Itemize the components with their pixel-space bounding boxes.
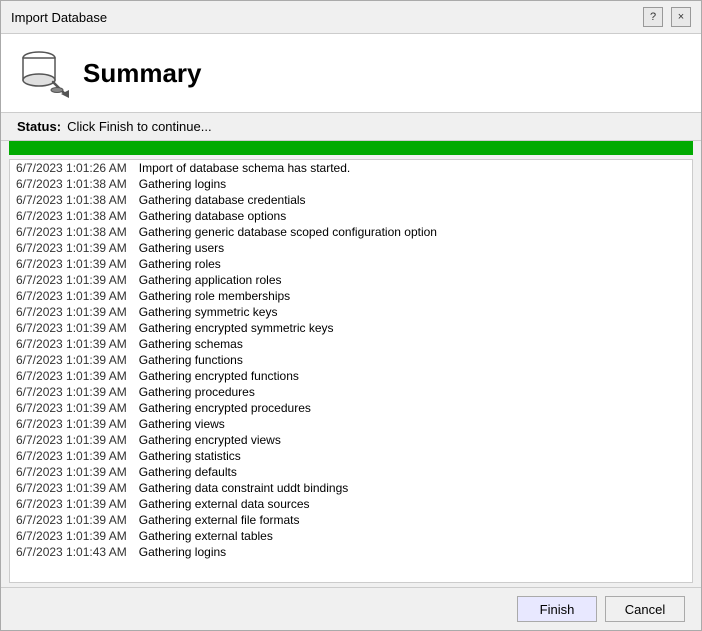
log-row: 6/7/2023 1:01:38 AMGathering logins: [10, 176, 692, 192]
log-timestamp: 6/7/2023 1:01:39 AM: [10, 448, 133, 464]
log-row: 6/7/2023 1:01:39 AMGathering encrypted f…: [10, 368, 692, 384]
log-row: 6/7/2023 1:01:39 AMGathering encrypted s…: [10, 320, 692, 336]
log-timestamp: 6/7/2023 1:01:39 AM: [10, 304, 133, 320]
title-bar-controls: ? ×: [643, 7, 691, 27]
footer: Finish Cancel: [1, 587, 701, 630]
log-timestamp: 6/7/2023 1:01:39 AM: [10, 400, 133, 416]
status-label: Status:: [17, 119, 61, 134]
title-bar: Import Database ? ×: [1, 1, 701, 34]
log-row: 6/7/2023 1:01:39 AMGathering users: [10, 240, 692, 256]
log-timestamp: 6/7/2023 1:01:38 AM: [10, 224, 133, 240]
database-import-icon: [17, 46, 71, 100]
log-timestamp: 6/7/2023 1:01:39 AM: [10, 320, 133, 336]
log-message: Gathering users: [133, 240, 692, 256]
log-timestamp: 6/7/2023 1:01:39 AM: [10, 256, 133, 272]
log-message: Gathering database credentials: [133, 192, 692, 208]
log-timestamp: 6/7/2023 1:01:26 AM: [10, 160, 133, 176]
log-message: Gathering database options: [133, 208, 692, 224]
progress-bar-fill: [9, 141, 693, 155]
log-message: Gathering application roles: [133, 272, 692, 288]
log-row: 6/7/2023 1:01:39 AMGathering external ta…: [10, 528, 692, 544]
log-row: 6/7/2023 1:01:39 AMGathering external da…: [10, 496, 692, 512]
log-message: Gathering logins: [133, 176, 692, 192]
log-timestamp: 6/7/2023 1:01:39 AM: [10, 480, 133, 496]
log-row: 6/7/2023 1:01:39 AMGathering roles: [10, 256, 692, 272]
log-message: Import of database schema has started.: [133, 160, 692, 176]
log-row: 6/7/2023 1:01:39 AMGathering symmetric k…: [10, 304, 692, 320]
status-bar: Status: Click Finish to continue...: [1, 113, 701, 141]
log-row: 6/7/2023 1:01:39 AMGathering views: [10, 416, 692, 432]
log-timestamp: 6/7/2023 1:01:39 AM: [10, 368, 133, 384]
log-row: 6/7/2023 1:01:43 AMGathering logins: [10, 544, 692, 560]
close-button[interactable]: ×: [671, 7, 691, 27]
log-row: 6/7/2023 1:01:39 AMGathering statistics: [10, 448, 692, 464]
log-message: Gathering encrypted procedures: [133, 400, 692, 416]
log-timestamp: 6/7/2023 1:01:39 AM: [10, 336, 133, 352]
log-row: 6/7/2023 1:01:39 AMGathering procedures: [10, 384, 692, 400]
log-row: 6/7/2023 1:01:39 AMGathering role member…: [10, 288, 692, 304]
log-row: 6/7/2023 1:01:38 AMGathering database cr…: [10, 192, 692, 208]
log-message: Gathering defaults: [133, 464, 692, 480]
log-row: 6/7/2023 1:01:39 AMGathering application…: [10, 272, 692, 288]
log-message: Gathering views: [133, 416, 692, 432]
log-row: 6/7/2023 1:01:26 AMImport of database sc…: [10, 160, 692, 176]
log-timestamp: 6/7/2023 1:01:39 AM: [10, 528, 133, 544]
log-table: 6/7/2023 1:01:26 AMImport of database sc…: [10, 160, 692, 560]
log-timestamp: 6/7/2023 1:01:43 AM: [10, 544, 133, 560]
log-row: 6/7/2023 1:01:38 AMGathering database op…: [10, 208, 692, 224]
import-database-dialog: Import Database ? × Summary Status: Clic…: [0, 0, 702, 631]
log-row: 6/7/2023 1:01:39 AMGathering functions: [10, 352, 692, 368]
log-row: 6/7/2023 1:01:38 AMGathering generic dat…: [10, 224, 692, 240]
log-timestamp: 6/7/2023 1:01:38 AM: [10, 176, 133, 192]
log-row: 6/7/2023 1:01:39 AMGathering schemas: [10, 336, 692, 352]
log-message: Gathering schemas: [133, 336, 692, 352]
log-message: Gathering role memberships: [133, 288, 692, 304]
status-text: Click Finish to continue...: [67, 119, 212, 134]
log-timestamp: 6/7/2023 1:01:38 AM: [10, 208, 133, 224]
log-row: 6/7/2023 1:01:39 AMGathering defaults: [10, 464, 692, 480]
log-timestamp: 6/7/2023 1:01:39 AM: [10, 352, 133, 368]
log-message: Gathering generic database scoped config…: [133, 224, 692, 240]
log-timestamp: 6/7/2023 1:01:39 AM: [10, 288, 133, 304]
dialog-title: Import Database: [11, 10, 107, 25]
log-timestamp: 6/7/2023 1:01:39 AM: [10, 464, 133, 480]
log-row: 6/7/2023 1:01:39 AMGathering encrypted v…: [10, 432, 692, 448]
finish-button[interactable]: Finish: [517, 596, 597, 622]
log-row: 6/7/2023 1:01:39 AMGathering encrypted p…: [10, 400, 692, 416]
log-area[interactable]: 6/7/2023 1:01:26 AMImport of database sc…: [9, 159, 693, 583]
log-message: Gathering data constraint uddt bindings: [133, 480, 692, 496]
log-message: Gathering statistics: [133, 448, 692, 464]
log-message: Gathering encrypted views: [133, 432, 692, 448]
log-message: Gathering procedures: [133, 384, 692, 400]
log-message: Gathering external tables: [133, 528, 692, 544]
page-title: Summary: [83, 58, 202, 89]
log-timestamp: 6/7/2023 1:01:39 AM: [10, 272, 133, 288]
log-message: Gathering logins: [133, 544, 692, 560]
log-row: 6/7/2023 1:01:39 AMGathering data constr…: [10, 480, 692, 496]
log-message: Gathering encrypted symmetric keys: [133, 320, 692, 336]
log-timestamp: 6/7/2023 1:01:39 AM: [10, 496, 133, 512]
log-message: Gathering roles: [133, 256, 692, 272]
log-timestamp: 6/7/2023 1:01:39 AM: [10, 432, 133, 448]
log-message: Gathering encrypted functions: [133, 368, 692, 384]
log-timestamp: 6/7/2023 1:01:38 AM: [10, 192, 133, 208]
log-message: Gathering external data sources: [133, 496, 692, 512]
log-message: Gathering functions: [133, 352, 692, 368]
header-section: Summary: [1, 34, 701, 113]
log-message: Gathering symmetric keys: [133, 304, 692, 320]
progress-bar: [9, 141, 693, 155]
cancel-button[interactable]: Cancel: [605, 596, 685, 622]
log-timestamp: 6/7/2023 1:01:39 AM: [10, 416, 133, 432]
log-timestamp: 6/7/2023 1:01:39 AM: [10, 512, 133, 528]
log-timestamp: 6/7/2023 1:01:39 AM: [10, 384, 133, 400]
log-row: 6/7/2023 1:01:39 AMGathering external fi…: [10, 512, 692, 528]
log-message: Gathering external file formats: [133, 512, 692, 528]
log-timestamp: 6/7/2023 1:01:39 AM: [10, 240, 133, 256]
help-button[interactable]: ?: [643, 7, 663, 27]
